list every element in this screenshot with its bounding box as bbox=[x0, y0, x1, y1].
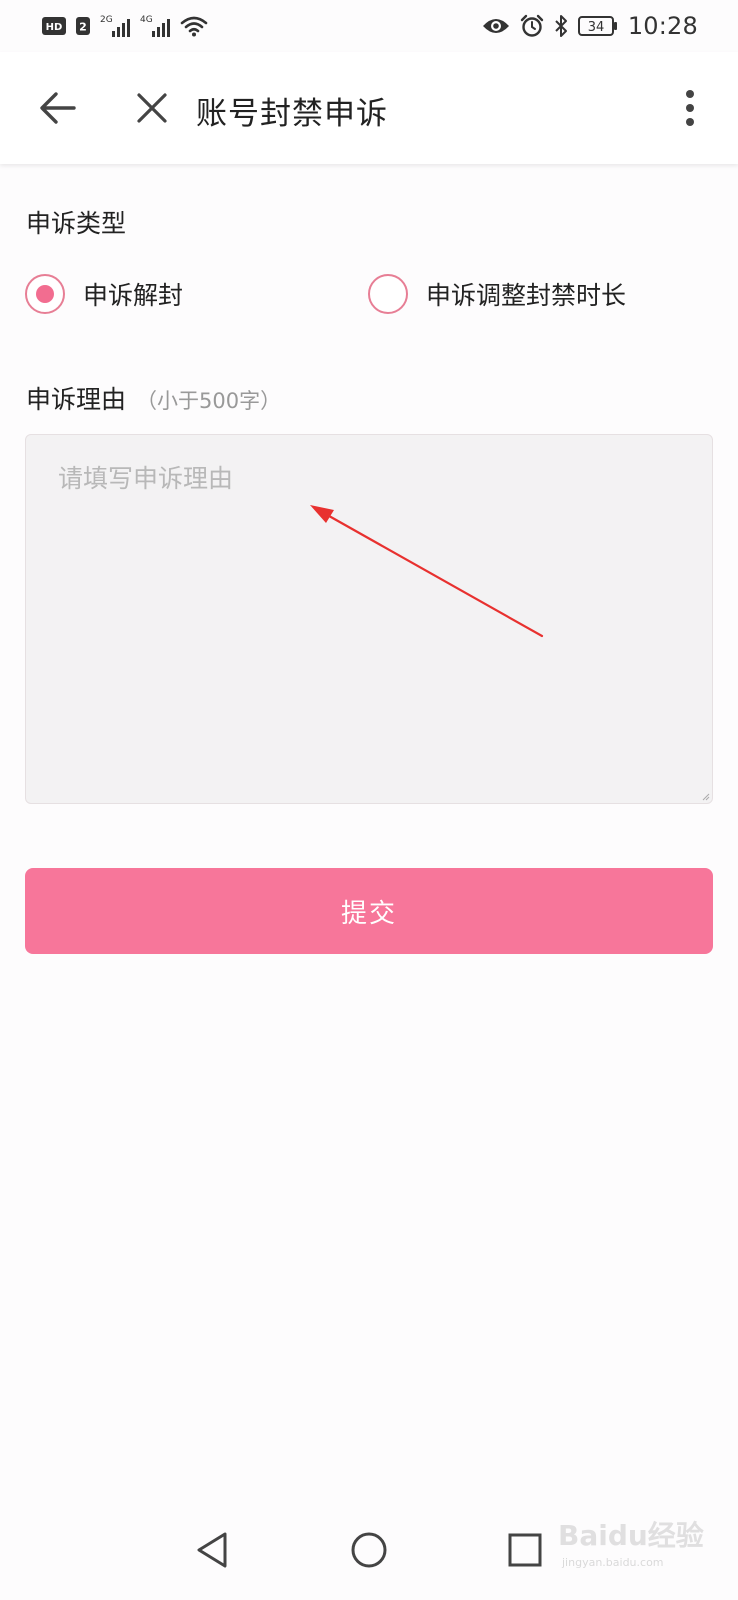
resize-grip-icon[interactable] bbox=[700, 791, 710, 801]
square-recent-icon bbox=[508, 1533, 542, 1567]
appeal-reason-hint: （小于500字） bbox=[136, 389, 282, 413]
nav-recent-button[interactable] bbox=[497, 1522, 553, 1578]
page-title: 账号封禁申诉 bbox=[196, 96, 388, 132]
signal-2g-icon: 2G bbox=[100, 13, 130, 39]
more-options-button[interactable] bbox=[666, 84, 714, 132]
nav-home-button[interactable] bbox=[341, 1522, 397, 1578]
circle-home-icon bbox=[351, 1532, 387, 1568]
clock-time: 10:28 bbox=[627, 12, 698, 40]
appeal-reason-input[interactable] bbox=[26, 435, 712, 803]
sim2-badge: 2 bbox=[76, 17, 90, 35]
baidu-watermark: Baidu经验 jingyan.baidu.com bbox=[558, 1506, 728, 1576]
svg-text:HD: HD bbox=[46, 22, 63, 33]
appeal-reason-heading: 申诉理由 （小于500字） bbox=[26, 380, 281, 416]
nav-back-button[interactable] bbox=[184, 1522, 240, 1578]
radio-dot bbox=[36, 285, 54, 303]
option-adjust-duration-label: 申诉调整封禁时长 bbox=[426, 281, 627, 310]
radio-checked-icon bbox=[25, 274, 65, 314]
more-vertical-icon bbox=[686, 90, 694, 126]
svg-text:4G: 4G bbox=[140, 15, 153, 25]
appeal-type-label: 申诉类型 bbox=[26, 209, 127, 238]
triangle-back-icon bbox=[197, 1532, 227, 1568]
svg-text:34: 34 bbox=[588, 20, 605, 35]
option-unban-label: 申诉解封 bbox=[83, 281, 184, 310]
appeal-type-options: 申诉解封 申诉调整封禁时长 bbox=[0, 272, 738, 322]
watermark-sub: jingyan.baidu.com bbox=[562, 1556, 664, 1569]
close-icon bbox=[137, 93, 167, 123]
bluetooth-icon bbox=[554, 14, 568, 38]
appeal-reason-label: 申诉理由 bbox=[26, 385, 127, 414]
svg-text:2G: 2G bbox=[100, 15, 113, 25]
alarm-icon bbox=[520, 14, 544, 38]
submit-button[interactable]: 提交 bbox=[25, 868, 713, 954]
watermark-main: Baidu经验 bbox=[558, 1519, 704, 1552]
arrow-left-icon bbox=[40, 92, 76, 124]
appeal-reason-box bbox=[25, 434, 713, 804]
signal-4g-icon: 4G bbox=[140, 13, 170, 39]
wifi-icon bbox=[180, 15, 208, 37]
hd-icon: HD bbox=[42, 17, 66, 35]
svg-text:2: 2 bbox=[79, 21, 87, 34]
status-left: HD 2 2G 4G bbox=[42, 13, 208, 39]
close-button[interactable] bbox=[128, 84, 176, 132]
radio-unchecked-icon bbox=[368, 274, 408, 314]
status-bar: HD 2 2G 4G 34 10:28 bbox=[0, 0, 738, 52]
back-button[interactable] bbox=[34, 84, 82, 132]
option-adjust-duration-radio[interactable]: 申诉调整封禁时长 bbox=[368, 274, 626, 314]
option-unban-radio[interactable]: 申诉解封 bbox=[25, 274, 183, 314]
eye-icon bbox=[482, 16, 510, 36]
status-right: 34 10:28 bbox=[482, 12, 698, 40]
app-bar: 账号封禁申诉 bbox=[0, 52, 738, 164]
battery-icon: 34 bbox=[577, 15, 618, 37]
